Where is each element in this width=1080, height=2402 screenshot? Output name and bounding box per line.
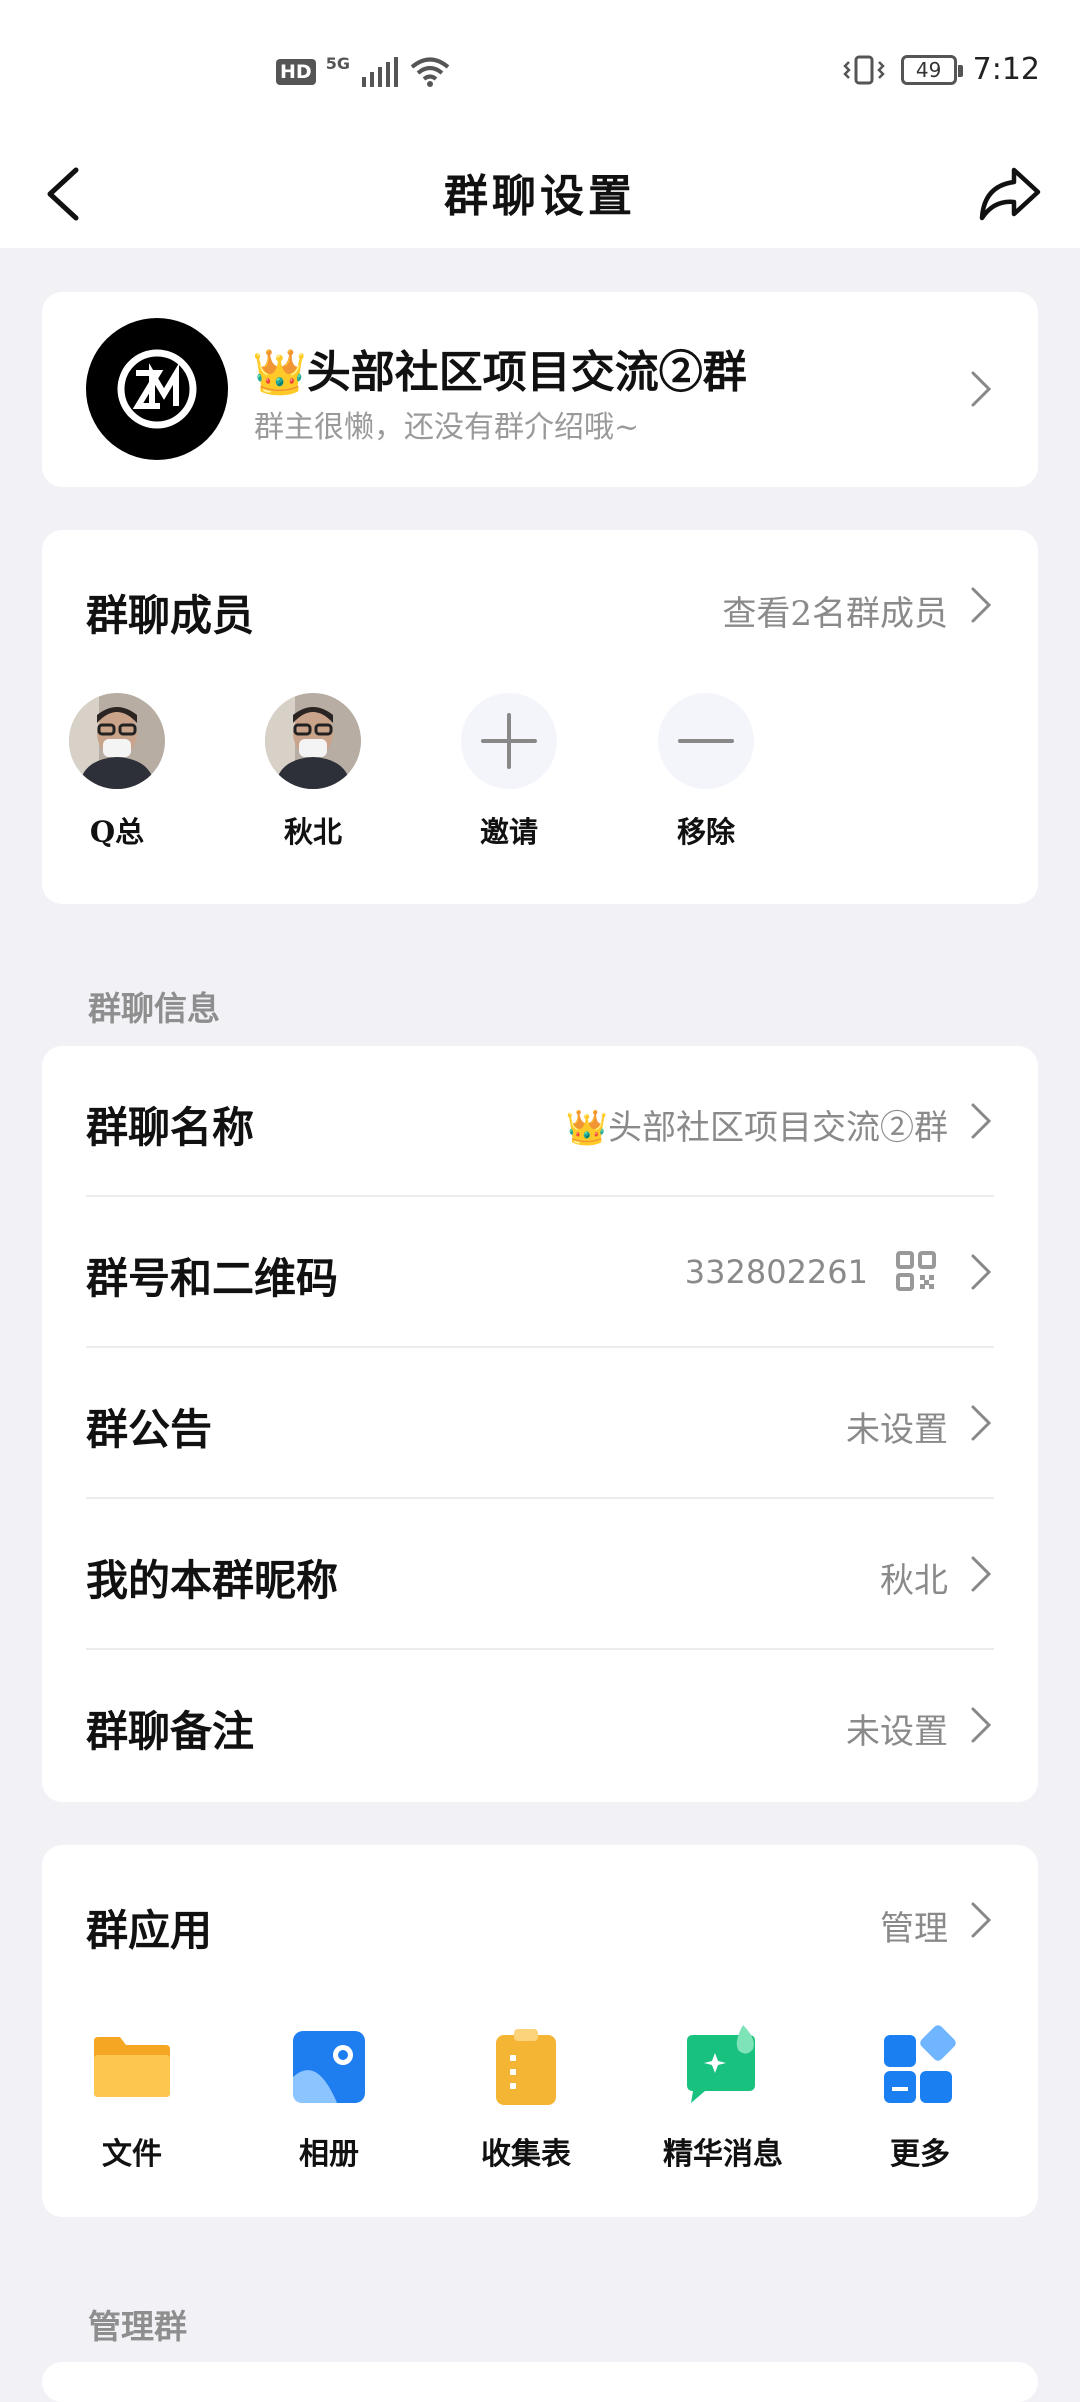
invite-label: 邀请 bbox=[479, 815, 538, 849]
group-name-row[interactable]: 群聊名称 👑头部社区项目交流②群 bbox=[42, 1046, 1038, 1197]
crown-icon: 👑 bbox=[252, 347, 307, 398]
status-right: 49 7:12 bbox=[842, 52, 1040, 87]
more-apps-icon bbox=[878, 2025, 962, 2109]
avatar bbox=[265, 693, 361, 789]
plus-icon bbox=[461, 693, 557, 789]
member-label: 秋北 bbox=[283, 815, 342, 849]
row-title: 群聊备注 bbox=[86, 1707, 255, 1756]
group-intro: 群主很懒，还没有群介绍哦~ bbox=[254, 410, 640, 445]
app-more[interactable]: 更多 bbox=[830, 2025, 1010, 2173]
clock: 7:12 bbox=[972, 52, 1040, 87]
group-name-text: 头部社区项目交流②群 bbox=[306, 347, 747, 398]
chevron-right-icon bbox=[971, 1556, 992, 1592]
row-title: 群聊名称 bbox=[86, 1103, 255, 1152]
network-type: 5G bbox=[325, 54, 350, 73]
remove-label: 移除 bbox=[676, 815, 735, 849]
battery-icon: 49 bbox=[900, 54, 963, 85]
app-files[interactable]: 文件 bbox=[42, 2025, 222, 2173]
essence-message-icon bbox=[681, 2025, 765, 2109]
page-title: 群聊设置 bbox=[444, 171, 636, 222]
app-collection-form[interactable]: 收集表 bbox=[436, 2025, 616, 2173]
group-number: 332802261 bbox=[684, 1253, 868, 1291]
my-nickname-row[interactable]: 我的本群昵称 秋北 bbox=[42, 1499, 1038, 1650]
group-profile-card[interactable]: 👑头部社区项目交流②群 群主很懒，还没有群介绍哦~ bbox=[42, 292, 1038, 487]
member-qiubei[interactable]: 秋北 bbox=[243, 693, 383, 851]
group-name: 👑头部社区项目交流②群 bbox=[252, 336, 747, 400]
manage-apps-link[interactable]: 管理 bbox=[880, 1901, 948, 1950]
member-q[interactable]: Q总 bbox=[47, 693, 187, 851]
row-value: 未设置 bbox=[846, 1410, 948, 1450]
signal-icon bbox=[361, 57, 398, 87]
apps-title: 群应用 bbox=[86, 1906, 213, 1955]
chevron-right-icon bbox=[971, 1405, 992, 1441]
group-announcement-row[interactable]: 群公告 未设置 bbox=[42, 1348, 1038, 1499]
chevron-right-icon bbox=[971, 1254, 992, 1290]
members-title: 群聊成员 bbox=[86, 591, 255, 640]
chevron-right-icon bbox=[971, 371, 992, 407]
group-info-card: 群聊名称 👑头部社区项目交流②群 群号和二维码 332802261 群公告 未设… bbox=[42, 1046, 1038, 1802]
chevron-right-icon bbox=[971, 587, 992, 623]
status-bar: HD 5G 49 7:12 bbox=[0, 0, 1080, 140]
view-all-members-link[interactable]: 查看2名群成员 bbox=[722, 586, 948, 635]
battery-level: 49 bbox=[915, 57, 942, 82]
app-label: 相册 bbox=[299, 2137, 359, 2172]
minus-icon bbox=[658, 693, 754, 789]
hd-badge: HD bbox=[276, 59, 316, 85]
remove-member-button[interactable]: 移除 bbox=[636, 693, 776, 851]
group-remark-row[interactable]: 群聊备注 未设置 bbox=[42, 1650, 1038, 1801]
row-value: 未设置 bbox=[846, 1712, 948, 1752]
row-title: 群号和二维码 bbox=[86, 1254, 339, 1303]
app-label: 精华消息 bbox=[663, 2137, 783, 2172]
album-icon bbox=[287, 2025, 371, 2109]
app-label: 文件 bbox=[102, 2137, 162, 2172]
chevron-right-icon bbox=[971, 1902, 992, 1938]
form-icon bbox=[484, 2025, 568, 2109]
app-label: 更多 bbox=[890, 2137, 950, 2172]
qr-code-icon[interactable] bbox=[896, 1251, 936, 1291]
share-icon[interactable] bbox=[976, 160, 1044, 228]
group-number-qrcode-row[interactable]: 群号和二维码 332802261 bbox=[42, 1197, 1038, 1348]
section-label-manage-group: 管理群 bbox=[88, 2307, 187, 2346]
app-label: 收集表 bbox=[481, 2137, 571, 2172]
folder-icon bbox=[90, 2025, 174, 2109]
app-essence-messages[interactable]: 精华消息 bbox=[633, 2025, 813, 2173]
app-album[interactable]: 相册 bbox=[239, 2025, 419, 2173]
group-avatar bbox=[86, 318, 228, 460]
status-left: HD 5G bbox=[276, 56, 450, 88]
row-title: 我的本群昵称 bbox=[86, 1556, 339, 1605]
chevron-right-icon bbox=[971, 1707, 992, 1743]
vibrate-icon bbox=[842, 55, 885, 84]
group-logo-icon bbox=[117, 349, 197, 429]
row-title: 群公告 bbox=[86, 1405, 213, 1454]
invite-member-button[interactable]: 邀请 bbox=[439, 693, 579, 851]
members-card: 群聊成员 查看2名群成员 Q总 秋北 邀请 移除 bbox=[42, 530, 1038, 904]
wifi-icon bbox=[410, 57, 450, 87]
row-value: 秋北 bbox=[880, 1561, 948, 1601]
chevron-right-icon bbox=[971, 1103, 992, 1139]
group-apps-card: 群应用 管理 文件 相册 收集表 精华消息 更多 bbox=[42, 1845, 1038, 2217]
section-label-group-info: 群聊信息 bbox=[88, 989, 220, 1028]
manage-group-card bbox=[42, 2362, 1038, 2402]
nav-bar: 群聊设置 bbox=[0, 140, 1080, 248]
member-label: Q总 bbox=[89, 815, 145, 849]
row-value: 👑头部社区项目交流②群 bbox=[565, 1108, 948, 1148]
avatar bbox=[69, 693, 165, 789]
